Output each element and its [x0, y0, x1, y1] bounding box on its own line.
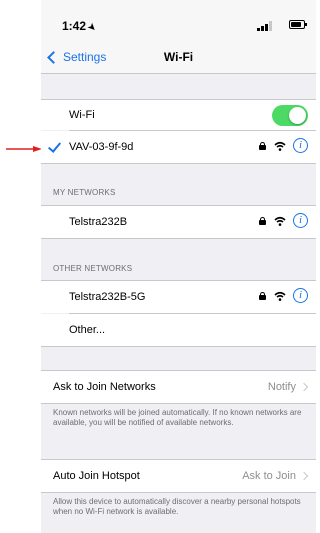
page-title: Wi-Fi [163, 50, 194, 64]
lock-icon [259, 141, 266, 150]
settings-screen: 1:42➤ Settings Wi-Fi Wi-Fi VAV-03-9f-9d [41, 0, 316, 533]
status-time: 1:42➤ [62, 19, 99, 34]
wifi-toggle-switch[interactable] [272, 105, 308, 126]
auto-join-hotspot-value: Ask to Join [242, 470, 296, 482]
connected-network-row[interactable]: VAV-03-9f-9d i [41, 131, 316, 163]
info-icon[interactable]: i [293, 213, 308, 228]
my-networks-header: MY NETWORKS [53, 188, 116, 197]
wifi-toggle-row: Wi-Fi [41, 100, 316, 130]
divider [41, 492, 316, 493]
divider [41, 163, 316, 164]
other-network-row[interactable]: Other... [41, 314, 316, 346]
other-network-label: Other... [69, 324, 106, 336]
wifi-signal-icon [274, 141, 286, 151]
chevron-right-icon [299, 382, 309, 392]
auto-join-hotspot-footer: Allow this device to automatically disco… [53, 497, 301, 516]
divider [41, 238, 316, 239]
ask-to-join-footer: Known networks will be joined automatica… [53, 408, 302, 427]
divider [41, 403, 316, 404]
time-text: 1:42 [62, 19, 87, 33]
ask-to-join-row[interactable]: Ask to Join Networks Notify [41, 371, 316, 403]
checkmark-icon [47, 139, 62, 153]
divider [41, 346, 316, 347]
wifi-signal-icon [274, 216, 286, 226]
status-bar: 1:42➤ [41, 0, 316, 40]
network-row-telstra232b[interactable]: Telstra232B i [41, 206, 316, 238]
network-name: Telstra232B [69, 216, 128, 228]
other-networks-header: OTHER NETWORKS [53, 264, 133, 273]
lock-icon [259, 216, 266, 225]
wifi-toggle-label: Wi-Fi [69, 109, 95, 121]
auto-join-hotspot-row[interactable]: Auto Join Hotspot Ask to Join [41, 460, 316, 492]
info-icon[interactable]: i [293, 138, 308, 153]
lock-icon [259, 291, 266, 300]
wifi-signal-icon [274, 291, 286, 301]
ask-to-join-label: Ask to Join Networks [53, 381, 156, 393]
location-arrow-icon: ➤ [85, 20, 99, 34]
ask-to-join-value: Notify [267, 381, 296, 393]
chevron-right-icon [299, 471, 309, 481]
network-name: Telstra232B-5G [69, 291, 146, 303]
battery-icon [289, 20, 307, 29]
auto-join-hotspot-label: Auto Join Hotspot [53, 470, 140, 482]
cellular-signal-icon [257, 21, 272, 31]
navigation-bar: Settings Wi-Fi [41, 40, 316, 74]
red-pointer-arrow-icon [6, 146, 42, 152]
info-icon[interactable]: i [293, 288, 308, 303]
network-row-telstra232b-5g[interactable]: Telstra232B-5G i [41, 281, 316, 313]
connected-network-name: VAV-03-9f-9d [69, 141, 134, 153]
